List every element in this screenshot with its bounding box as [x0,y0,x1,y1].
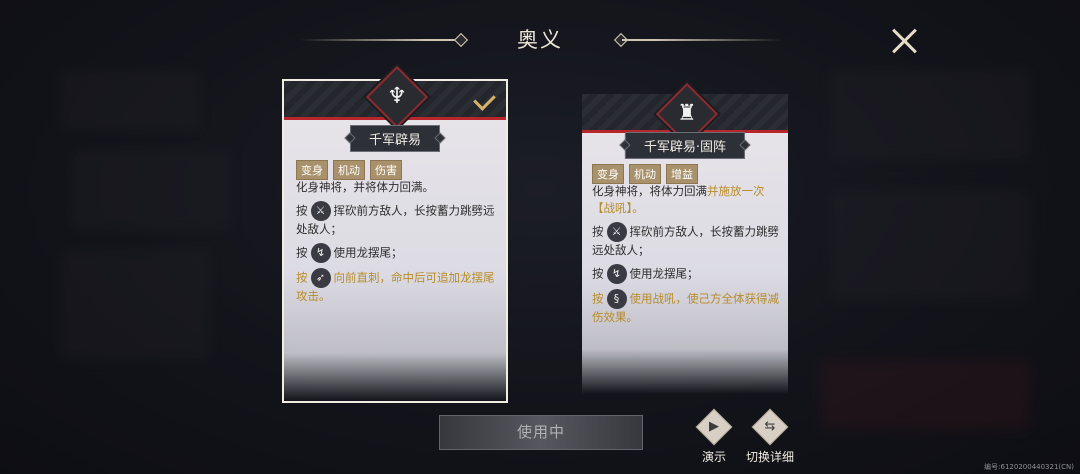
skill-name: 千军辟易·固阵 [624,132,746,159]
skill-name: 千军辟易 [349,125,441,152]
skill-card[interactable]: ♜ 千军辟易·固阵 变身 机动 增益 化身神将，将体力回满并施放一次【战吼】。 … [582,82,788,394]
title-divider-right [622,39,782,41]
switch-detail-label: 切换详细 [745,450,794,464]
roar-skill-icon: § [606,289,627,309]
skill-tags: 变身 机动 伤害 [296,160,402,180]
in-use-button[interactable]: 使用中 [439,415,643,450]
switch-icon: ⇆ [764,419,776,434]
tag: 变身 [592,164,624,184]
tail-skill-icon: ↯ [310,243,331,263]
demo-label: 演示 [701,450,726,464]
title-divider-left [300,39,460,41]
tag: 伤害 [370,160,402,180]
tag: 机动 [629,164,661,184]
demo-button[interactable]: ▶ 演示 [684,408,744,465]
tag: 机动 [333,160,365,180]
video-icon: ▶ [709,419,719,434]
tag: 变身 [296,160,328,180]
skill-card-selected[interactable]: ♆ 千军辟易 变身 机动 伤害 化身神将，并将体力回满。 按 ⚔ 挥砍前方敌人，长按… [282,65,508,403]
build-id: 编号:6120200440321(CN) [984,463,1074,471]
skill-tags: 变身 机动 增益 [592,164,698,184]
tag: 增益 [666,164,698,184]
page-title: 奥义 [517,28,563,52]
tail-skill-icon: ↯ [606,264,627,284]
skill-description: 化身神将，将体力回满并施放一次【战吼】。 按 ⚔ 挥砍前方敌人，长按蓄力跳劈远处敌人… [592,184,779,324]
thrust-skill-icon: ➶ [310,268,331,288]
close-icon[interactable] [890,26,920,56]
switch-detail-button[interactable]: ⇆ 切换详细 [740,408,800,465]
slash-skill-icon: ⚔ [606,222,627,242]
skill-description: 化身神将，并将体力回满。 按 ⚔ 挥砍前方敌人，长按蓄力跳劈远处敌人； 按 ↯ 使用龙摆… [296,180,495,303]
slash-skill-icon: ⚔ [310,201,331,221]
